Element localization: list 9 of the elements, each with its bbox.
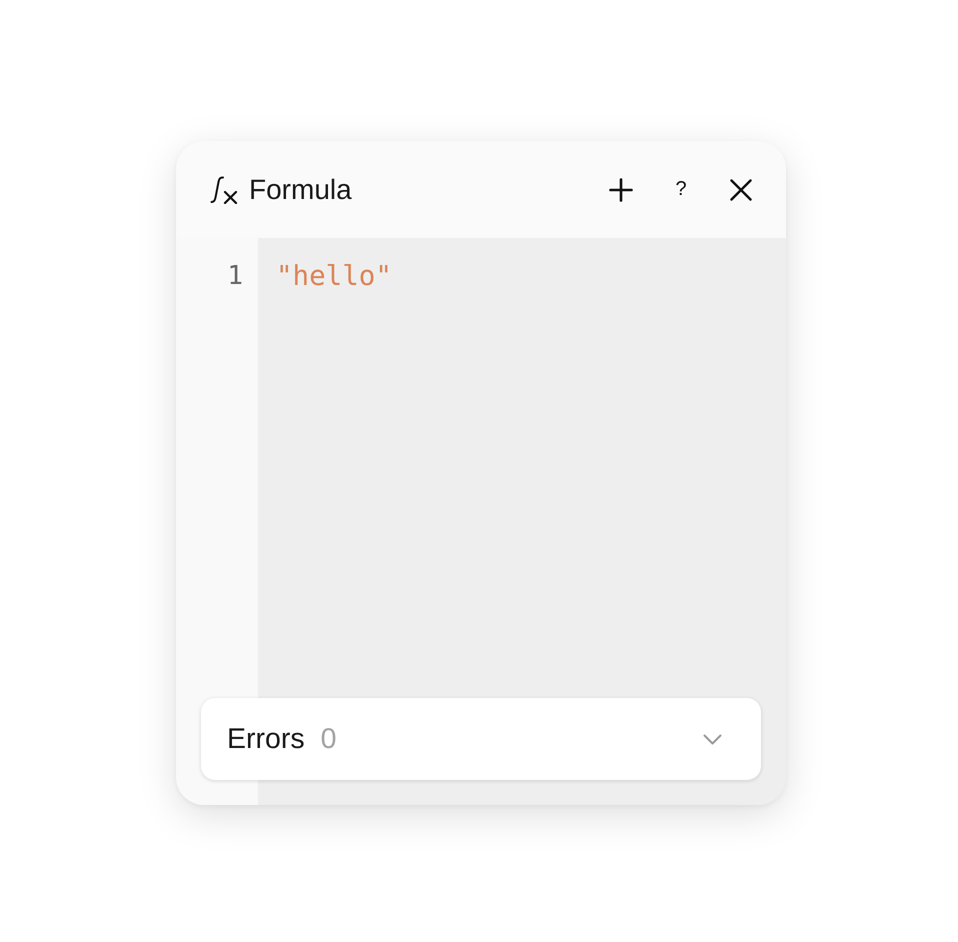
panel-title: Formula <box>249 174 353 206</box>
code-text: "hello" <box>276 260 392 292</box>
close-icon <box>730 178 752 200</box>
line-number: 1 <box>227 261 243 291</box>
errors-count: 0 <box>320 722 338 756</box>
errors-section[interactable]: Errors 0 <box>201 698 761 780</box>
function-icon <box>210 176 238 204</box>
plus-icon <box>609 178 633 202</box>
help-button[interactable]: ? <box>661 170 701 210</box>
